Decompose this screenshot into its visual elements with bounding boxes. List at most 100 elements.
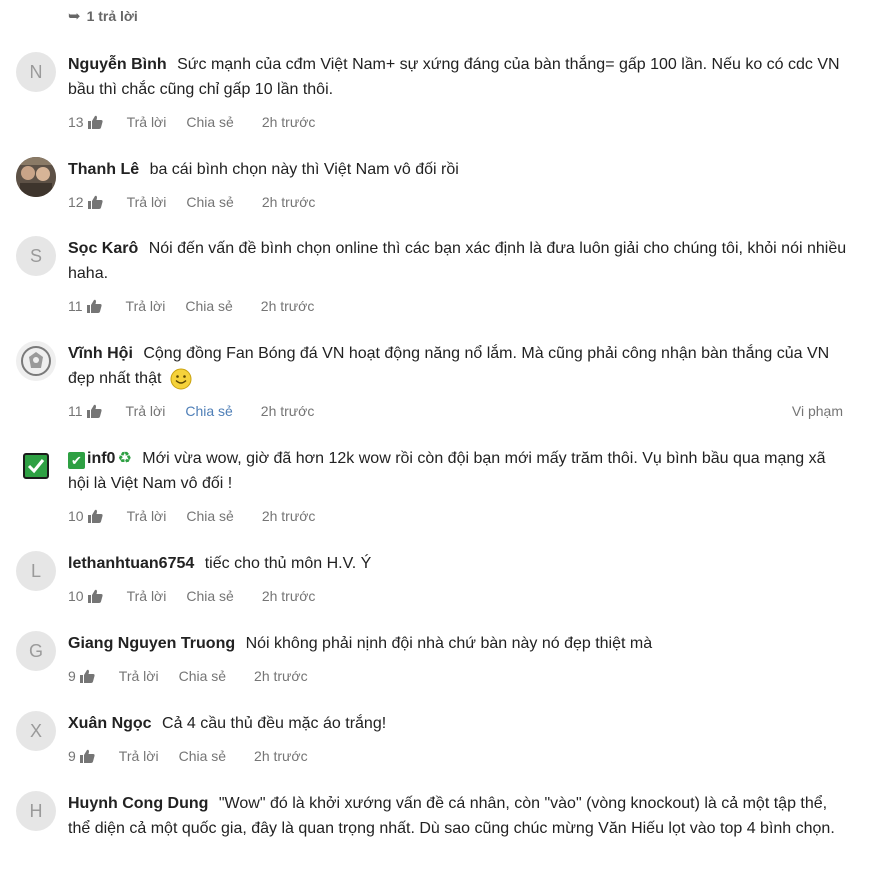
comment-actions: 9 Trả lời Chia sẻ 2h trước xyxy=(68,666,843,686)
comment-item: L lethanhtuan6754 tiếc cho thủ môn H.V. … xyxy=(16,551,861,611)
author-name: inf0 xyxy=(87,450,116,467)
avatar[interactable]: G xyxy=(16,631,56,671)
like-button[interactable]: 13 xyxy=(68,114,103,130)
comment-body: ✔ inf0 ♻ Mới vừa wow, giờ đã hơn 12k wow r… xyxy=(68,446,848,496)
share-button[interactable]: Chia sẻ xyxy=(186,588,233,604)
avatar-initial: S xyxy=(29,245,42,266)
reply-button[interactable]: Trả lời xyxy=(127,194,167,210)
comment-text: Mới vừa wow, giờ đã hơn 12k wow rồi còn … xyxy=(68,450,826,492)
like-button[interactable]: 9 xyxy=(68,748,95,764)
checkmark-avatar-icon xyxy=(23,453,49,479)
check-mark-icon: ✔ xyxy=(68,452,85,469)
comment-body: Nguyễn Bình Sức mạnh của cđm Việt Nam+ s… xyxy=(68,52,848,102)
like-button[interactable]: 10 xyxy=(68,508,103,524)
reply-arrow-icon: ➥ xyxy=(68,8,81,25)
like-button[interactable]: 11 xyxy=(68,403,102,419)
comment-body: Huynh Cong Dung "Wow" đó là khởi xướng v… xyxy=(68,791,848,841)
share-button[interactable]: Chia sẻ xyxy=(185,403,232,419)
avatar[interactable] xyxy=(16,341,56,381)
comment-author[interactable]: lethanhtuan6754 xyxy=(68,555,194,572)
comment-time: 2h trước xyxy=(261,508,316,524)
like-count: 9 xyxy=(68,748,76,764)
avatar[interactable]: X xyxy=(16,711,56,751)
club-crest-icon xyxy=(16,341,56,381)
comment-author[interactable]: Thanh Lê xyxy=(68,161,139,178)
reply-button[interactable]: Trả lời xyxy=(127,588,167,604)
thumbs-up-icon xyxy=(86,299,102,313)
comment-time: 2h trước xyxy=(261,194,316,210)
comment-item: X Xuân Ngọc Cả 4 cầu thủ đều mặc áo trắn… xyxy=(16,711,861,771)
like-button[interactable]: 11 xyxy=(68,298,102,314)
share-button[interactable]: Chia sẻ xyxy=(185,298,232,314)
comment-item: Thanh Lê ba cái bình chọn này thì Việt N… xyxy=(16,157,861,217)
comment-actions: 12 Trả lời Chia sẻ 2h trước xyxy=(68,192,843,212)
avatar[interactable] xyxy=(16,446,56,486)
comment-author[interactable]: ✔ inf0 ♻ xyxy=(68,450,132,469)
thumbs-up-icon xyxy=(79,749,95,763)
view-replies-label: 1 trả lời xyxy=(86,8,138,24)
comment-text: Nói đến vấn đề bình chọn online thì các … xyxy=(68,240,847,282)
comment-actions: 9 Trả lời Chia sẻ 2h trước xyxy=(68,746,843,766)
comment-actions: 11 Trả lời Chia sẻ 2h trước Vi phạm xyxy=(68,401,843,421)
comment-text: Cả 4 cầu thủ đều mặc áo trắng! xyxy=(162,715,387,732)
avatar[interactable]: N xyxy=(16,52,56,92)
comment-item: ✔ inf0 ♻ Mới vừa wow, giờ đã hơn 12k wow r… xyxy=(16,446,861,536)
comment-time: 2h trước xyxy=(260,298,315,314)
comment-item: S Sọc Karô Nói đến vấn đề bình chọn onli… xyxy=(16,236,861,326)
smile-emoji-icon xyxy=(170,368,192,390)
comment-item: H Huynh Cong Dung "Wow" đó là khởi xướng… xyxy=(16,791,861,869)
comment-body: Xuân Ngọc Cả 4 cầu thủ đều mặc áo trắng! xyxy=(68,711,848,736)
avatar[interactable]: L xyxy=(16,551,56,591)
comment-author[interactable]: Nguyễn Bình xyxy=(68,56,167,73)
report-button[interactable]: Vi phạm xyxy=(792,403,843,419)
avatar-initial: G xyxy=(28,640,43,661)
share-button[interactable]: Chia sẻ xyxy=(186,114,233,130)
avatar-initial: L xyxy=(30,560,41,581)
comment-actions: 10 Trả lời Chia sẻ 2h trước xyxy=(68,506,843,526)
comment-item: N Nguyễn Bình Sức mạnh của cđm Việt Nam+… xyxy=(16,52,861,142)
reply-button[interactable]: Trả lời xyxy=(127,508,167,524)
comment-author[interactable]: Xuân Ngọc xyxy=(68,715,152,732)
avatar-initial: X xyxy=(29,720,42,741)
reply-button[interactable]: Trả lời xyxy=(119,748,159,764)
reply-button[interactable]: Trả lời xyxy=(126,298,166,314)
user-photo-icon xyxy=(16,157,56,197)
comment-author[interactable]: Giang Nguyen Truong xyxy=(68,635,235,652)
comment-body: Vĩnh Hội Cộng đồng Fan Bóng đá VN hoạt đ… xyxy=(68,341,848,391)
share-button[interactable]: Chia sẻ xyxy=(186,508,233,524)
avatar[interactable] xyxy=(16,157,56,197)
reply-button[interactable]: Trả lời xyxy=(126,403,166,419)
comment-body: Thanh Lê ba cái bình chọn này thì Việt N… xyxy=(68,157,848,182)
like-button[interactable]: 10 xyxy=(68,588,103,604)
comment-author[interactable]: Huynh Cong Dung xyxy=(68,795,208,812)
comment-body: Sọc Karô Nói đến vấn đề bình chọn online… xyxy=(68,236,848,286)
like-button[interactable]: 9 xyxy=(68,668,95,684)
comment-item: G Giang Nguyen Truong Nói không phải nịn… xyxy=(16,631,861,691)
avatar-initial: H xyxy=(29,800,43,821)
comment-text: tiếc cho thủ môn H.V. Ý xyxy=(204,555,372,572)
comment-author[interactable]: Vĩnh Hội xyxy=(68,345,133,362)
thumbs-up-icon xyxy=(79,669,95,683)
reply-button[interactable]: Trả lời xyxy=(119,668,159,684)
reply-button[interactable]: Trả lời xyxy=(127,114,167,130)
avatar[interactable]: H xyxy=(16,791,56,831)
comment-item: Vĩnh Hội Cộng đồng Fan Bóng đá VN hoạt đ… xyxy=(16,341,861,431)
comment-time: 2h trước xyxy=(254,668,308,684)
like-count: 10 xyxy=(68,508,84,524)
avatar[interactable]: S xyxy=(16,236,56,276)
share-button[interactable]: Chia sẻ xyxy=(179,668,226,684)
share-button[interactable]: Chia sẻ xyxy=(179,748,226,764)
comment-body: lethanhtuan6754 tiếc cho thủ môn H.V. Ý xyxy=(68,551,848,576)
share-button[interactable]: Chia sẻ xyxy=(186,194,233,210)
view-replies-button[interactable]: ➥ 1 trả lời xyxy=(68,6,138,26)
like-button[interactable]: 12 xyxy=(68,194,103,210)
comment-actions: 13 Trả lời Chia sẻ 2h trước xyxy=(68,112,843,132)
thumbs-up-icon xyxy=(87,509,103,523)
comment-time: 2h trước xyxy=(254,748,308,764)
comment-author[interactable]: Sọc Karô xyxy=(68,240,138,257)
comment-text: ba cái bình chọn này thì Việt Nam vô đối… xyxy=(149,161,459,178)
comment-body: Giang Nguyen Truong Nói không phải nịnh … xyxy=(68,631,848,656)
recycle-icon: ♻ xyxy=(117,450,132,467)
comment-actions: 11 Trả lời Chia sẻ 2h trước xyxy=(68,296,843,316)
like-count: 11 xyxy=(68,403,83,419)
